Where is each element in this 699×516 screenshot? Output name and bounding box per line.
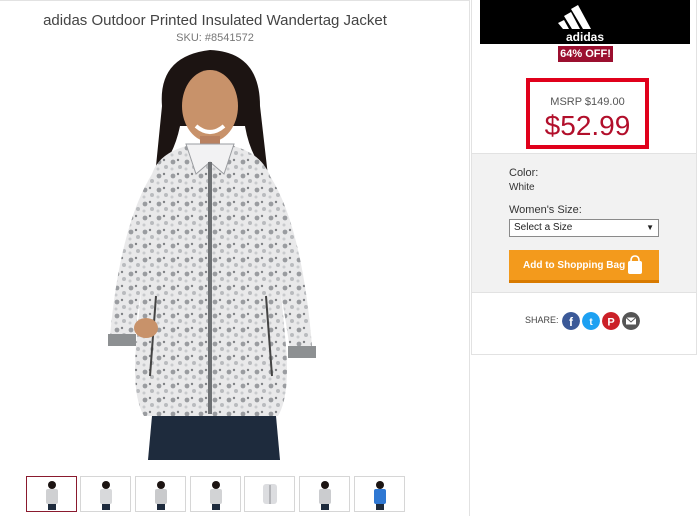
brand-logo[interactable]: adidas [480,0,690,44]
add-to-bag-button[interactable]: Add to Shopping Bag [509,250,659,283]
thumbnail-image [155,481,167,510]
pinterest-icon[interactable]: P [602,312,620,330]
adidas-logo-icon: adidas [558,5,604,44]
size-select[interactable]: Select a Size ▼ [509,219,659,237]
thumbnail-image [100,481,112,510]
sale-price: $52.99 [544,110,631,141]
product-title: adidas Outdoor Printed Insulated Wandert… [43,12,387,29]
share-label: SHARE: [525,315,559,325]
thumbnail[interactable] [190,476,241,512]
size-label: Women's Size: [509,204,582,216]
email-icon[interactable] [622,312,640,330]
thumbnail[interactable] [80,476,131,512]
size-select-value: Select a Size [514,222,573,233]
price-box: MSRP $149.00 $52.99 [526,78,649,149]
thumbnail[interactable] [135,476,186,512]
thumbnail-image [319,481,331,510]
purchase-panel: adidas 64% OFF! MSRP $149.00 $52.99 Colo… [471,0,697,355]
discount-badge: 64% OFF! [558,46,613,62]
thumbnail[interactable] [299,476,350,512]
svg-text:P: P [607,317,614,329]
product-panel: adidas Outdoor Printed Insulated Wandert… [0,0,470,516]
shopping-bag-icon [628,255,642,274]
thumbnail[interactable] [354,476,405,512]
color-value: White [509,182,535,193]
msrp-price: MSRP $149.00 [550,96,625,108]
thumbnail-image [210,481,222,510]
twitter-icon[interactable]: t [582,312,600,330]
share-bar: SHARE: f t P [525,312,655,332]
color-label: Color: [509,167,539,179]
thumbnail[interactable] [244,476,295,512]
product-sku: SKU: #8541572 [176,32,254,44]
product-options: Color: White Women's Size: Select a Size… [472,153,696,293]
thumbnail[interactable] [26,476,77,512]
thumbnail-image [46,481,58,510]
add-to-bag-label: Add to Shopping Bag [523,260,626,271]
brand-name: adidas [566,30,604,44]
product-main-image [108,50,316,460]
facebook-icon[interactable]: f [562,312,580,330]
thumbnail-image [374,481,386,510]
thumbnail-image [263,484,277,504]
divider [0,0,470,1]
chevron-down-icon: ▼ [646,223,654,232]
